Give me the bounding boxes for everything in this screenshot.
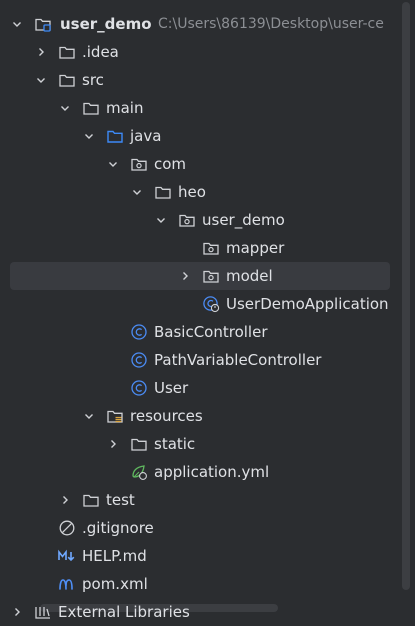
tree-label: PathVariableController	[154, 351, 322, 369]
tree-row-heo[interactable]: heo	[0, 178, 415, 206]
resources-folder-icon	[106, 402, 124, 430]
tree-row-main[interactable]: main	[0, 94, 415, 122]
tree-row-com[interactable]: com	[0, 150, 415, 178]
chevron-right-icon[interactable]	[177, 262, 193, 290]
markdown-icon	[58, 542, 76, 570]
package-icon	[202, 262, 220, 290]
tree-row-userdemoapplication[interactable]: UserDemoApplication	[0, 290, 415, 318]
tree-label: .idea	[82, 43, 119, 61]
folder-icon	[58, 66, 76, 94]
tree-label: resources	[130, 407, 203, 425]
folder-icon	[130, 430, 148, 458]
module-folder-icon	[34, 10, 52, 38]
package-icon	[178, 206, 196, 234]
chevron-right-icon[interactable]	[9, 598, 25, 626]
tree-label: application.yml	[154, 463, 270, 481]
tree-row-mapper[interactable]: mapper	[0, 234, 415, 262]
chevron-right-icon[interactable]	[33, 38, 49, 66]
tree-row-basiccontroller[interactable]: BasicController	[0, 318, 415, 346]
tree-label: External Libraries	[58, 603, 190, 621]
tree-row-application-yml[interactable]: application.yml	[0, 458, 415, 486]
tree-label: src	[82, 71, 104, 89]
tree-label: BasicController	[154, 323, 268, 341]
tree-label: HELP.md	[82, 547, 147, 565]
folder-icon	[58, 38, 76, 66]
chevron-down-icon[interactable]	[33, 66, 49, 94]
tree-label: test	[106, 491, 135, 509]
tree-label: static	[154, 435, 196, 453]
chevron-down-icon[interactable]	[81, 122, 97, 150]
tree-row-external-libraries[interactable]: External Libraries	[0, 598, 415, 626]
tree-label: pom.xml	[82, 575, 148, 593]
folder-icon	[82, 94, 100, 122]
tree-label: user_demo	[60, 15, 152, 33]
tree-row-model[interactable]: model	[0, 262, 415, 290]
chevron-right-icon[interactable]	[105, 430, 121, 458]
tree-row-pom-xml[interactable]: pom.xml	[0, 570, 415, 598]
tree-label: user_demo	[202, 211, 285, 229]
tree-label: UserDemoApplication	[226, 295, 389, 313]
package-icon	[130, 150, 148, 178]
tree-label: java	[130, 127, 162, 145]
class-icon	[130, 318, 148, 346]
folder-icon	[82, 486, 100, 514]
tree-label: com	[154, 155, 187, 173]
chevron-down-icon[interactable]	[9, 10, 25, 38]
tree-row-static[interactable]: static	[0, 430, 415, 458]
tree-label: mapper	[226, 239, 285, 257]
tree-label: heo	[178, 183, 206, 201]
tree-row-pathvariablecontroller[interactable]: PathVariableController	[0, 346, 415, 374]
tree-row-src[interactable]: src	[0, 66, 415, 94]
libraries-icon	[34, 598, 52, 626]
source-root-folder-icon	[106, 122, 124, 150]
class-icon	[130, 374, 148, 402]
tree-row-help-md[interactable]: HELP.md	[0, 542, 415, 570]
module-path: C:\Users\86139\Desktop\user-ce	[158, 16, 384, 32]
tree-label: model	[226, 267, 273, 285]
tree-row-test[interactable]: test	[0, 486, 415, 514]
folder-icon	[154, 178, 172, 206]
chevron-down-icon[interactable]	[105, 150, 121, 178]
tree-row-java[interactable]: java	[0, 122, 415, 150]
yaml-config-icon	[130, 458, 148, 486]
tree-row-user[interactable]: User	[0, 374, 415, 402]
maven-icon	[58, 570, 76, 598]
project-tree: user_demo C:\Users\86139\Desktop\user-ce…	[0, 10, 415, 626]
tree-label: .gitignore	[82, 519, 154, 537]
tree-row-user-demo-package[interactable]: user_demo	[0, 206, 415, 234]
tree-label: main	[106, 99, 144, 117]
class-icon	[130, 346, 148, 374]
chevron-right-icon[interactable]	[57, 486, 73, 514]
tree-row-user-demo-root[interactable]: user_demo C:\Users\86139\Desktop\user-ce	[0, 10, 415, 38]
tree-label: User	[154, 379, 189, 397]
spring-boot-class-icon	[202, 290, 220, 318]
gitignore-icon	[58, 514, 76, 542]
tree-row-idea[interactable]: .idea	[0, 38, 415, 66]
chevron-down-icon[interactable]	[81, 402, 97, 430]
vertical-scrollbar[interactable]	[402, 2, 410, 590]
chevron-down-icon[interactable]	[57, 94, 73, 122]
package-icon	[202, 234, 220, 262]
chevron-down-icon[interactable]	[129, 178, 145, 206]
chevron-down-icon[interactable]	[153, 206, 169, 234]
tree-row-resources[interactable]: resources	[0, 402, 415, 430]
tree-row-gitignore[interactable]: .gitignore	[0, 514, 415, 542]
